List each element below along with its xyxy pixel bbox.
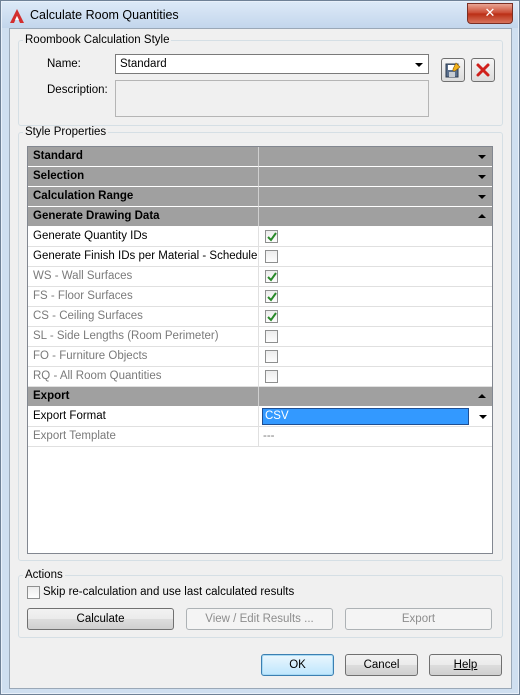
style-group-label: Roombook Calculation Style [23, 34, 172, 46]
style-name-dropdown[interactable]: Standard [115, 54, 429, 74]
chevron-down-icon[interactable] [479, 415, 487, 419]
property-label: SL - Side Lengths (Room Perimeter) [28, 327, 259, 347]
delete-style-button[interactable] [471, 58, 495, 82]
property-label: Export Format [28, 407, 259, 427]
actions-group-label: Actions [23, 569, 65, 581]
property-label: WS - Wall Surfaces [28, 267, 259, 287]
property-checkbox[interactable] [265, 330, 278, 343]
property-label: Generate Drawing Data [28, 207, 259, 227]
property-label: Calculation Range [28, 187, 259, 207]
category-toggle[interactable] [259, 167, 492, 187]
delete-x-icon [476, 63, 490, 77]
property-value[interactable] [259, 267, 492, 287]
export-format-value[interactable]: CSV [262, 408, 469, 425]
grid-category-export[interactable]: Export [28, 387, 492, 407]
property-label: RQ - All Room Quantities [28, 367, 259, 387]
autodesk-a-icon [10, 9, 24, 23]
expand-icon[interactable] [478, 175, 486, 179]
dialog-window: Calculate Room Quantities ✕ Roombook Cal… [0, 0, 520, 695]
save-edit-icon [445, 62, 461, 78]
help-button-label: Help [453, 659, 478, 671]
close-icon: ✕ [484, 5, 496, 20]
view-edit-results-button[interactable]: View / Edit Results ... [186, 608, 333, 630]
grid-row[interactable]: FS - Floor Surfaces [28, 287, 492, 307]
property-checkbox[interactable] [265, 350, 278, 363]
expand-icon[interactable] [478, 195, 486, 199]
grid-category-selection[interactable]: Selection [28, 167, 492, 187]
grid-row[interactable]: Generate Finish IDs per Material - Sched… [28, 247, 492, 267]
skip-recalculation-checkbox[interactable] [27, 586, 40, 599]
grid-row[interactable]: FO - Furniture Objects [28, 347, 492, 367]
property-label: Selection [28, 167, 259, 187]
property-value[interactable] [259, 347, 492, 367]
category-toggle[interactable] [259, 147, 492, 167]
description-field [115, 80, 429, 117]
grid-row[interactable]: RQ - All Room Quantities [28, 367, 492, 387]
grid-category-calculation-range[interactable]: Calculation Range [28, 187, 492, 207]
property-checkbox[interactable] [265, 270, 278, 283]
grid-category-standard[interactable]: Standard [28, 147, 492, 167]
grid-row[interactable]: WS - Wall Surfaces [28, 267, 492, 287]
grid-row[interactable]: Export Template --- [28, 427, 492, 447]
property-checkbox[interactable] [265, 250, 278, 263]
description-label: Description: [47, 84, 108, 96]
expand-icon[interactable] [478, 155, 486, 159]
chevron-down-icon [415, 63, 423, 67]
property-value[interactable] [259, 287, 492, 307]
property-value[interactable] [259, 227, 492, 247]
calculate-button[interactable]: Calculate [27, 608, 174, 630]
save-style-button[interactable] [441, 58, 465, 82]
property-value[interactable] [259, 367, 492, 387]
category-toggle[interactable] [259, 387, 492, 407]
property-label: Export [28, 387, 259, 407]
export-template-value: --- [263, 430, 275, 442]
property-checkbox[interactable] [265, 370, 278, 383]
property-value[interactable] [259, 327, 492, 347]
collapse-icon[interactable] [478, 214, 486, 218]
skip-recalculation-label: Skip re-calculation and use last calcula… [43, 586, 295, 598]
title-bar[interactable]: Calculate Room Quantities ✕ [2, 2, 518, 28]
category-toggle[interactable] [259, 207, 492, 227]
grid-row[interactable]: Export Format CSV [28, 407, 492, 427]
export-format-dropdown[interactable]: CSV [259, 407, 492, 427]
style-name-value: Standard [120, 58, 167, 70]
grid-row[interactable]: SL - Side Lengths (Room Perimeter) [28, 327, 492, 347]
grid-row[interactable]: Generate Quantity IDs [28, 227, 492, 247]
cancel-button[interactable]: Cancel [345, 654, 418, 676]
grid-category-generate-drawing-data[interactable]: Generate Drawing Data [28, 207, 492, 227]
name-label: Name: [47, 58, 81, 70]
property-label: CS - Ceiling Surfaces [28, 307, 259, 327]
ok-button[interactable]: OK [261, 654, 334, 676]
property-value[interactable]: --- [259, 427, 492, 447]
property-label: Generate Finish IDs per Material - Sched… [28, 247, 259, 267]
help-button[interactable]: Help [429, 654, 502, 676]
property-value[interactable] [259, 307, 492, 327]
export-button[interactable]: Export [345, 608, 492, 630]
close-button[interactable]: ✕ [467, 3, 513, 24]
property-value[interactable] [259, 247, 492, 267]
window-title: Calculate Room Quantities [30, 8, 179, 22]
property-label: Export Template [28, 427, 259, 447]
property-checkbox[interactable] [265, 290, 278, 303]
dialog-client: Roombook Calculation Style Name: Standar… [9, 28, 512, 689]
property-grid[interactable]: Standard Selection Calculation Range Genera… [27, 146, 493, 554]
collapse-icon[interactable] [478, 394, 486, 398]
properties-group-label: Style Properties [23, 126, 109, 138]
property-label: FS - Floor Surfaces [28, 287, 259, 307]
property-checkbox[interactable] [265, 230, 278, 243]
category-toggle[interactable] [259, 187, 492, 207]
property-checkbox[interactable] [265, 310, 278, 323]
property-label: FO - Furniture Objects [28, 347, 259, 367]
property-label: Standard [28, 147, 259, 167]
grid-row[interactable]: CS - Ceiling Surfaces [28, 307, 492, 327]
property-label: Generate Quantity IDs [28, 227, 259, 247]
